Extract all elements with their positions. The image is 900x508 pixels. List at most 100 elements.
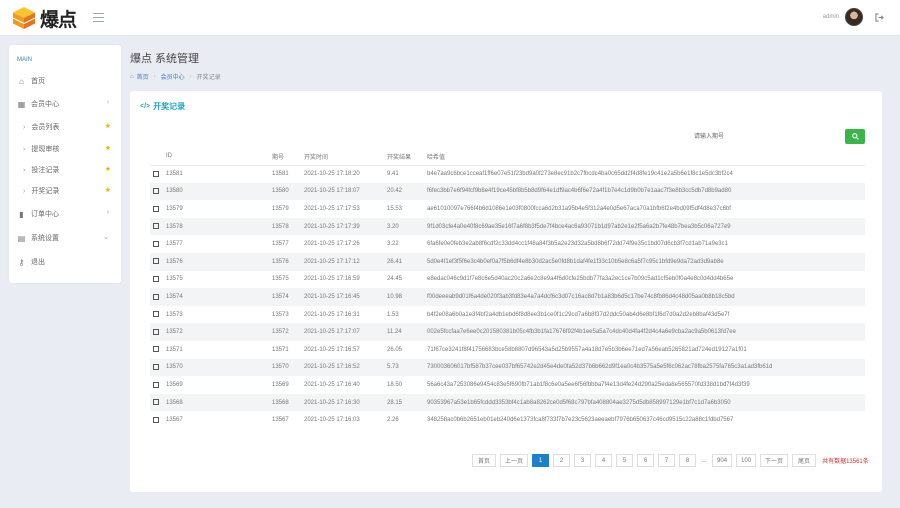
row-checkbox[interactable] xyxy=(153,311,159,318)
sidebar-subitem-draw-records[interactable]: › 开奖记录 ★ xyxy=(9,182,121,200)
column-header-time[interactable]: 开奖时间 xyxy=(304,148,387,166)
pagination-last[interactable]: 尾页 xyxy=(792,454,817,467)
pagination-first[interactable]: 首页 xyxy=(472,454,496,467)
cell-time: 2021-10-25 17:16:03 xyxy=(304,417,360,424)
table-row[interactable]: 13573 13573 2021-10-25 17:16:31 1.53 b4f2e08… xyxy=(150,306,865,324)
page-title: 爆点 系统管理 xyxy=(130,53,200,65)
menu-toggle-icon[interactable] xyxy=(93,13,104,22)
table-row[interactable]: 13581 13581 2021-10-25 17:18:20 9.41 b4e7aa9… xyxy=(150,165,865,183)
column-header-issue[interactable]: 期号 xyxy=(272,148,304,166)
row-checkbox-cell xyxy=(150,217,166,236)
column-header-id[interactable]: ID xyxy=(166,148,272,166)
table-row[interactable]: 13571 13571 2021-10-25 17:16:57 26.05 71f67c… xyxy=(150,341,865,359)
cell-hash: b4f2e08a6b0a1e3f4bf2a4db1ebd6f8d8ee3b1ce… xyxy=(427,311,730,318)
cell-hash: 6fa6fe0e0feb3e2ab8f6cdf2c33dd4cc1f48a84f… xyxy=(427,241,728,248)
sidebar-item-members[interactable]: ▦ 会员中心 › xyxy=(9,94,121,114)
table-row[interactable]: 13576 13576 2021-10-25 17:17:12 26.41 5d0e4f… xyxy=(150,252,865,271)
sidebar-subitem-bet-records[interactable]: › 投注记录 ★ xyxy=(9,161,121,179)
row-checkbox-cell xyxy=(150,271,166,289)
pagination-next[interactable]: 下一页 xyxy=(760,454,789,467)
sidebar-item-settings[interactable]: ▤ 系统设置 ⌄ xyxy=(9,228,121,248)
pagination-last-page[interactable]: 904 xyxy=(712,454,733,467)
cell-result: 20.42 xyxy=(387,182,427,201)
row-checkbox[interactable] xyxy=(153,364,159,371)
row-checkbox[interactable] xyxy=(153,276,159,283)
cell-issue: 13571 xyxy=(272,346,289,353)
cell-result: 26.41 xyxy=(387,252,427,271)
table-row[interactable]: 13577 13577 2021-10-25 17:17:26 3.22 6fa6fe0… xyxy=(150,235,865,253)
sidebar-item-label: 系统设置 xyxy=(31,235,59,242)
row-checkbox[interactable] xyxy=(153,258,159,265)
cell-id: 13580 xyxy=(166,182,272,201)
search-input[interactable] xyxy=(694,130,844,144)
sidebar-heading: MAIN xyxy=(17,57,32,63)
breadcrumb-home[interactable]: 首页 xyxy=(137,72,149,81)
chevron-right-icon: › xyxy=(23,166,26,174)
table-row[interactable]: 13580 13580 2021-10-25 17:18:07 20.42 f6fec3… xyxy=(150,182,865,201)
row-checkbox[interactable] xyxy=(153,381,159,388)
column-header-result[interactable]: 开奖结果 xyxy=(387,148,427,166)
draw-records-table: ID 期号 开奖时间 开奖结果 哈希值 13581 13581 2021-10-25… xyxy=(150,148,865,429)
cell-issue: 13569 xyxy=(272,381,289,388)
cell-issue: 13573 xyxy=(272,311,289,318)
row-checkbox[interactable] xyxy=(153,205,159,212)
row-checkbox[interactable] xyxy=(153,223,159,230)
row-checkbox[interactable] xyxy=(153,346,159,353)
sidebar-item-label: 订单中心 xyxy=(31,211,59,218)
row-checkbox[interactable] xyxy=(153,170,159,177)
logo[interactable]: 爆点 xyxy=(12,5,82,31)
cell-hash: b4e7aa9c6bce1cceaf1ff6e07e51f23bd9a0f273… xyxy=(427,171,733,178)
pagination-page[interactable]: 4 xyxy=(595,454,613,467)
table-row[interactable]: 13574 13574 2021-10-25 17:16:45 10.98 f00dee… xyxy=(150,288,865,306)
row-checkbox[interactable] xyxy=(153,328,159,335)
cell-result: 9.41 xyxy=(387,171,399,178)
user-name[interactable]: admin xyxy=(823,14,839,20)
row-checkbox[interactable] xyxy=(153,240,159,247)
pagination-info: 共有数据13561条 xyxy=(822,459,869,465)
cell-issue: 13567 xyxy=(272,417,289,424)
pagination-page[interactable]: 1 xyxy=(532,454,550,467)
chevron-right-icon: › xyxy=(106,99,109,106)
pagination-page[interactable]: 3 xyxy=(574,454,592,467)
row-checkbox[interactable] xyxy=(153,416,159,423)
pagination-page[interactable]: 7 xyxy=(658,454,676,467)
pagination-prev[interactable]: 上一页 xyxy=(500,454,529,467)
logout-icon[interactable] xyxy=(875,12,884,22)
sidebar-item-label: 会员中心 xyxy=(31,101,59,108)
table-row[interactable]: 13569 13569 2021-10-25 17:16:40 18.50 56a6c4… xyxy=(150,376,865,394)
column-header-hash[interactable]: 哈希值 xyxy=(427,148,865,166)
sidebar-item-orders[interactable]: ▮ 订单中心 › xyxy=(9,204,121,224)
pagination-page[interactable]: 2 xyxy=(553,454,571,467)
settings-icon: ▤ xyxy=(17,233,26,243)
row-checkbox[interactable] xyxy=(153,188,159,195)
search-button[interactable] xyxy=(845,129,865,144)
cell-id: 13581 xyxy=(166,171,183,178)
pagination-page[interactable]: 8 xyxy=(679,454,697,467)
cell-result: 5.73 xyxy=(387,358,427,377)
cell-hash: 9f1d03cfe4a0e40f8c69ae35e16f7a6f8b3f5de7… xyxy=(427,217,865,236)
cell-hash: 56a6c43a7253086e9454c83e5f690fb71ab1f8c6… xyxy=(427,381,750,388)
table-row[interactable]: 13578 13578 2021-10-25 17:17:39 3.20 9f1d03c… xyxy=(150,217,865,236)
breadcrumb-members[interactable]: 会员中心 xyxy=(161,72,185,81)
table-row[interactable]: 13572 13572 2021-10-25 17:17:07 11.24 002e5f… xyxy=(150,323,865,341)
pagination-page[interactable]: 6 xyxy=(637,454,655,467)
row-checkbox[interactable] xyxy=(153,293,159,300)
pagination: 首页 上一页 1 2 3 4 5 6 7 8 ... 904 100 下一页 尾… xyxy=(468,454,869,467)
sidebar-subitem-member-list[interactable]: › 会员列表 ★ xyxy=(9,118,121,136)
pagination-page[interactable]: 5 xyxy=(616,454,634,467)
pagination-page-size[interactable]: 100 xyxy=(736,454,757,467)
sidebar-item-home[interactable]: ⌂ 首页 xyxy=(9,71,121,91)
table-row[interactable]: 13575 13575 2021-10-25 17:16:59 24.45 e8edac… xyxy=(150,271,865,289)
avatar[interactable] xyxy=(845,8,863,26)
table-row[interactable]: 13570 13570 2021-10-25 17:16:52 5.73 7300036… xyxy=(150,358,865,377)
table-row[interactable]: 13579 13579 2021-10-25 17:17:53 15.53 ae6101… xyxy=(150,200,865,218)
sidebar: MAIN ⌂ 首页 ▦ 会员中心 › › 会员列表 ★ › 提现审核 ★ › 投… xyxy=(9,45,121,283)
table-row[interactable]: 13567 13567 2021-10-25 17:16:03 2.26 348258a… xyxy=(150,411,865,429)
panel-title: </> 开奖记录 xyxy=(140,101,185,112)
sidebar-item-logout[interactable]: ⚷ 退出 xyxy=(9,252,121,272)
table-row[interactable]: 13568 13568 2021-10-25 17:16:30 28.15 903539… xyxy=(150,393,865,412)
sidebar-subitem-withdraw-review[interactable]: › 提现审核 ★ xyxy=(9,140,121,158)
cell-time: 2021-10-25 17:16:30 xyxy=(304,393,387,412)
row-checkbox[interactable] xyxy=(153,399,159,406)
cell-issue: 13576 xyxy=(272,252,304,271)
